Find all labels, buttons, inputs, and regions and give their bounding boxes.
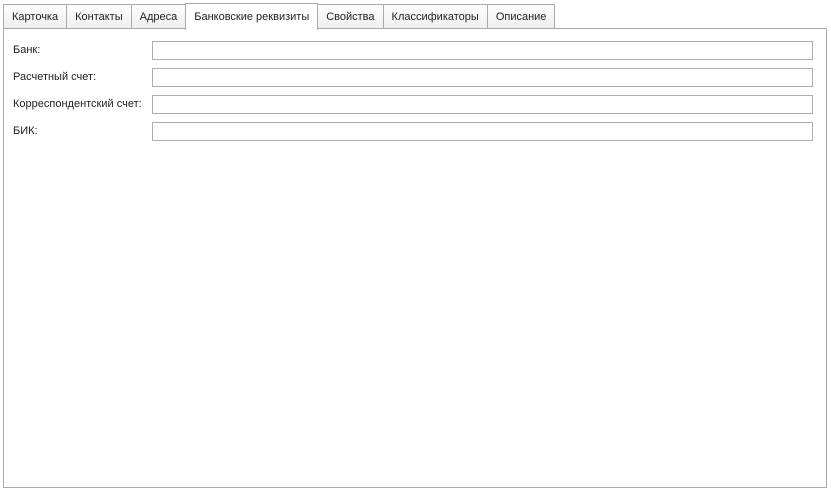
account-input[interactable] xyxy=(152,68,813,87)
bank-row: Банк: xyxy=(4,41,826,60)
tab-bank-details[interactable]: Банковские реквизиты xyxy=(185,3,319,30)
bank-input[interactable] xyxy=(152,41,813,60)
account-row: Расчетный счет: xyxy=(4,68,826,87)
tab-strip: Карточка Контакты Адреса Банковские рекв… xyxy=(3,3,556,30)
corr-account-input[interactable] xyxy=(152,95,813,114)
bank-details-panel: Банк: Расчетный счет: Корреспондентский … xyxy=(3,28,827,488)
bik-input[interactable] xyxy=(152,122,813,141)
tab-description[interactable]: Описание xyxy=(486,4,556,29)
corr-account-row: Корреспондентский счет: xyxy=(4,95,826,114)
tab-card[interactable]: Карточка xyxy=(3,4,68,29)
tab-addresses[interactable]: Адреса xyxy=(130,4,187,29)
tab-classifiers[interactable]: Классификаторы xyxy=(382,4,488,29)
bik-row: БИК: xyxy=(4,122,826,141)
tab-contacts[interactable]: Контакты xyxy=(66,4,132,29)
corr-account-label: Корреспондентский счет: xyxy=(13,98,142,110)
bank-label: Банк: xyxy=(13,44,41,56)
bank-details-window: Карточка Контакты Адреса Банковские рекв… xyxy=(0,0,831,491)
account-label: Расчетный счет: xyxy=(13,71,97,83)
bik-label: БИК: xyxy=(13,125,38,137)
tab-properties[interactable]: Свойства xyxy=(317,4,384,29)
